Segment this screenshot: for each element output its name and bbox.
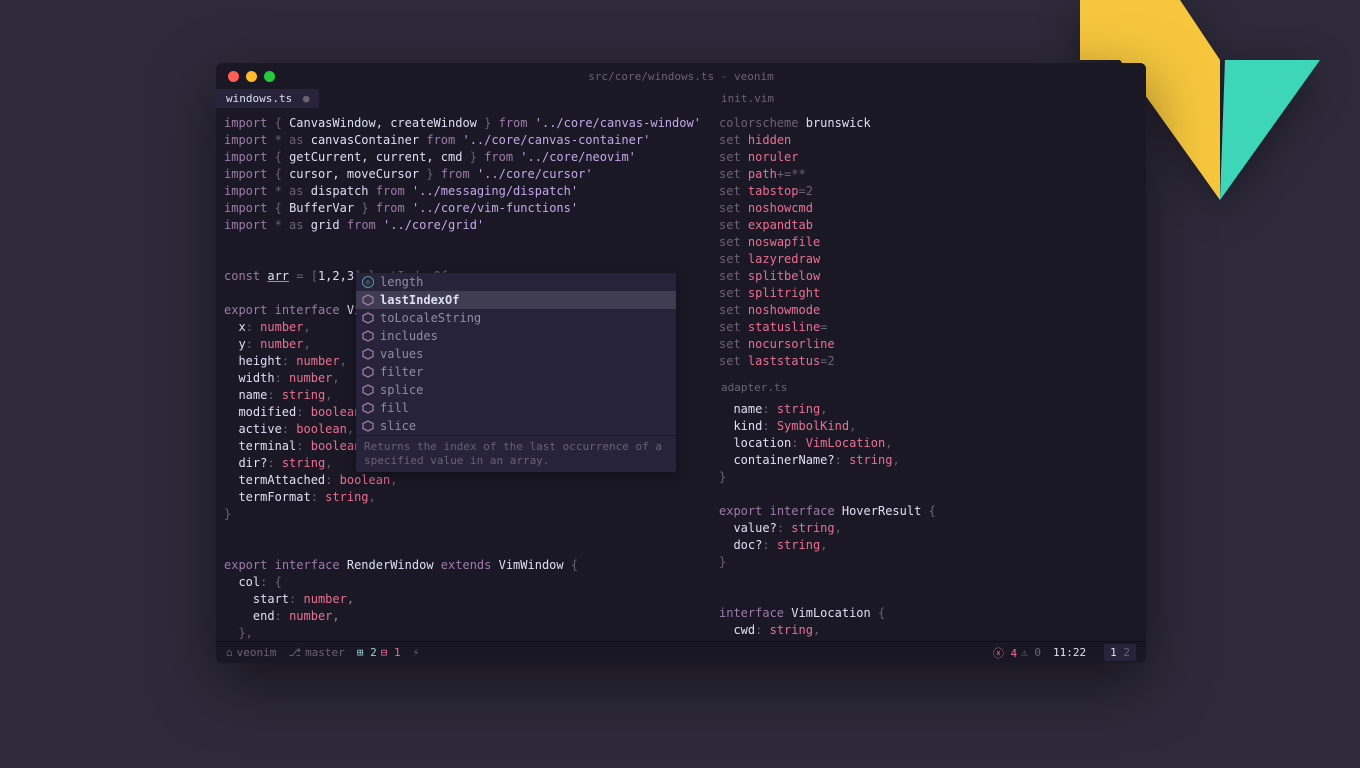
vim-set-line: set noshowmode: [719, 302, 1138, 319]
method-icon: [362, 366, 374, 378]
vim-set-line: set splitright: [719, 285, 1138, 302]
pane-init-vim[interactable]: colorscheme brunswick set hiddenset noru…: [711, 111, 1146, 374]
maximize-button[interactable]: [264, 71, 275, 82]
pane-windows-ts[interactable]: import { CanvasWindow, createWindow } fr…: [216, 111, 711, 641]
iface-field: doc?: string,: [719, 537, 1138, 554]
vim-set-line: set laststatus=2: [719, 353, 1138, 370]
sb-branch-label: master: [305, 646, 345, 659]
sb-diagnostics[interactable]: ⓧ 4 ⚠ 0: [993, 645, 1041, 661]
vim-set-line: set hidden: [719, 132, 1138, 149]
titlebar: src/core/windows.ts - veonim: [216, 63, 1146, 89]
ac-label: filter: [380, 364, 423, 380]
import-line: import { CanvasWindow, createWindow } fr…: [224, 115, 703, 132]
ac-label: fill: [380, 400, 409, 416]
traffic-lights: [216, 71, 275, 82]
iface-field: termAttached: boolean,: [224, 472, 703, 489]
autocomplete-item[interactable]: ◎ length: [356, 273, 676, 291]
close-button[interactable]: [228, 71, 239, 82]
ac-label: values: [380, 346, 423, 362]
iface2-line: },: [224, 625, 703, 641]
ac-label: length: [380, 274, 423, 290]
vim-set-line: set path+=**: [719, 166, 1138, 183]
autocomplete-doc: Returns the index of the last occurrence…: [356, 435, 676, 472]
method-icon: [362, 384, 374, 396]
ac-label: includes: [380, 328, 438, 344]
sb-project[interactable]: ⌂ veonim: [226, 646, 276, 659]
error-icon: ⓧ 4: [993, 645, 1017, 661]
import-line: import { BufferVar } from '../core/vim-f…: [224, 200, 703, 217]
sb-position: 1 2: [1104, 644, 1136, 661]
sb-time: 11:22: [1053, 646, 1086, 659]
iface2-line: start: number,: [224, 591, 703, 608]
import-line: import * as grid from '../core/grid': [224, 217, 703, 234]
sb-branch[interactable]: ⎇ master: [288, 646, 344, 659]
iface-field: location: VimLocation,: [719, 435, 1138, 452]
method-icon: [362, 420, 374, 432]
autocomplete-popup[interactable]: ◎ length lastIndexOf toLocaleString includes…: [356, 273, 676, 472]
tab-windows-ts[interactable]: windows.ts ●: [216, 89, 319, 108]
autocomplete-item[interactable]: fill: [356, 399, 676, 417]
sb-action[interactable]: ⚡: [413, 646, 420, 659]
autocomplete-item[interactable]: slice: [356, 417, 676, 435]
ac-label: slice: [380, 418, 416, 434]
git-branch-icon: ⎇: [288, 646, 301, 659]
import-line: import * as dispatch from '../messaging/…: [224, 183, 703, 200]
import-line: import { cursor, moveCursor } from '../c…: [224, 166, 703, 183]
method-icon: [362, 312, 374, 324]
vim-set-line: set noruler: [719, 149, 1138, 166]
autocomplete-item[interactable]: lastIndexOf: [356, 291, 676, 309]
method-icon: [362, 402, 374, 414]
autocomplete-item[interactable]: includes: [356, 327, 676, 345]
ac-label: toLocaleString: [380, 310, 481, 326]
additions-icon: ⊞ 2: [357, 646, 377, 659]
tabs-row: windows.ts ● init.vim: [216, 89, 1146, 111]
minimize-button[interactable]: [246, 71, 257, 82]
autocomplete-item[interactable]: splice: [356, 381, 676, 399]
method-icon: [362, 330, 374, 342]
method-icon: [362, 348, 374, 360]
tab-adapter-ts[interactable]: adapter.ts: [711, 378, 1146, 397]
vim-set-line: set nocursorline: [719, 336, 1138, 353]
ac-label: splice: [380, 382, 423, 398]
import-line: import * as canvasContainer from '../cor…: [224, 132, 703, 149]
editor-window: src/core/windows.ts - veonim windows.ts …: [216, 63, 1146, 663]
window-title: src/core/windows.ts - veonim: [216, 70, 1146, 83]
import-line: import { getCurrent, current, cmd } from…: [224, 149, 703, 166]
vim-set-line: set noshowcmd: [719, 200, 1138, 217]
warning-icon: ⚠ 0: [1021, 646, 1041, 659]
sb-project-label: veonim: [237, 646, 277, 659]
iface-field: cwd: string,: [719, 622, 1138, 639]
autocomplete-item[interactable]: values: [356, 345, 676, 363]
deletions-icon: ⊟ 1: [381, 646, 401, 659]
vim-set-line: set statusline=: [719, 319, 1138, 336]
iface2-line: col: {: [224, 574, 703, 591]
statusbar: ⌂ veonim ⎇ master ⊞ 2 ⊟ 1 ⚡ ⓧ 4 ⚠ 0 11:2…: [216, 641, 1146, 663]
vim-set-line: set splitbelow: [719, 268, 1138, 285]
bolt-icon: ⚡: [413, 646, 420, 659]
tab-label: windows.ts: [226, 92, 292, 105]
iface-field: termFormat: string,: [224, 489, 703, 506]
folder-icon: ⌂: [226, 646, 233, 659]
iface-field: name: string,: [719, 401, 1138, 418]
vim-set-line: set lazyredraw: [719, 251, 1138, 268]
iface-field: kind: SymbolKind,: [719, 418, 1138, 435]
iface2-line: end: number,: [224, 608, 703, 625]
vim-set-line: set expandtab: [719, 217, 1138, 234]
tab-init-vim[interactable]: init.vim: [711, 89, 784, 108]
sb-diff[interactable]: ⊞ 2 ⊟ 1: [357, 646, 401, 659]
property-icon: ◎: [362, 276, 374, 288]
pane-adapter-ts[interactable]: name: string, kind: SymbolKind, location…: [711, 397, 1146, 660]
vim-set-line: set tabstop=2: [719, 183, 1138, 200]
ac-label: lastIndexOf: [380, 292, 459, 308]
modified-dot-icon: ●: [296, 92, 309, 105]
vim-set-line: set noswapfile: [719, 234, 1138, 251]
iface-field: value?: string,: [719, 520, 1138, 537]
method-icon: [362, 294, 374, 306]
autocomplete-item[interactable]: toLocaleString: [356, 309, 676, 327]
autocomplete-item[interactable]: filter: [356, 363, 676, 381]
iface-field: containerName?: string,: [719, 452, 1138, 469]
